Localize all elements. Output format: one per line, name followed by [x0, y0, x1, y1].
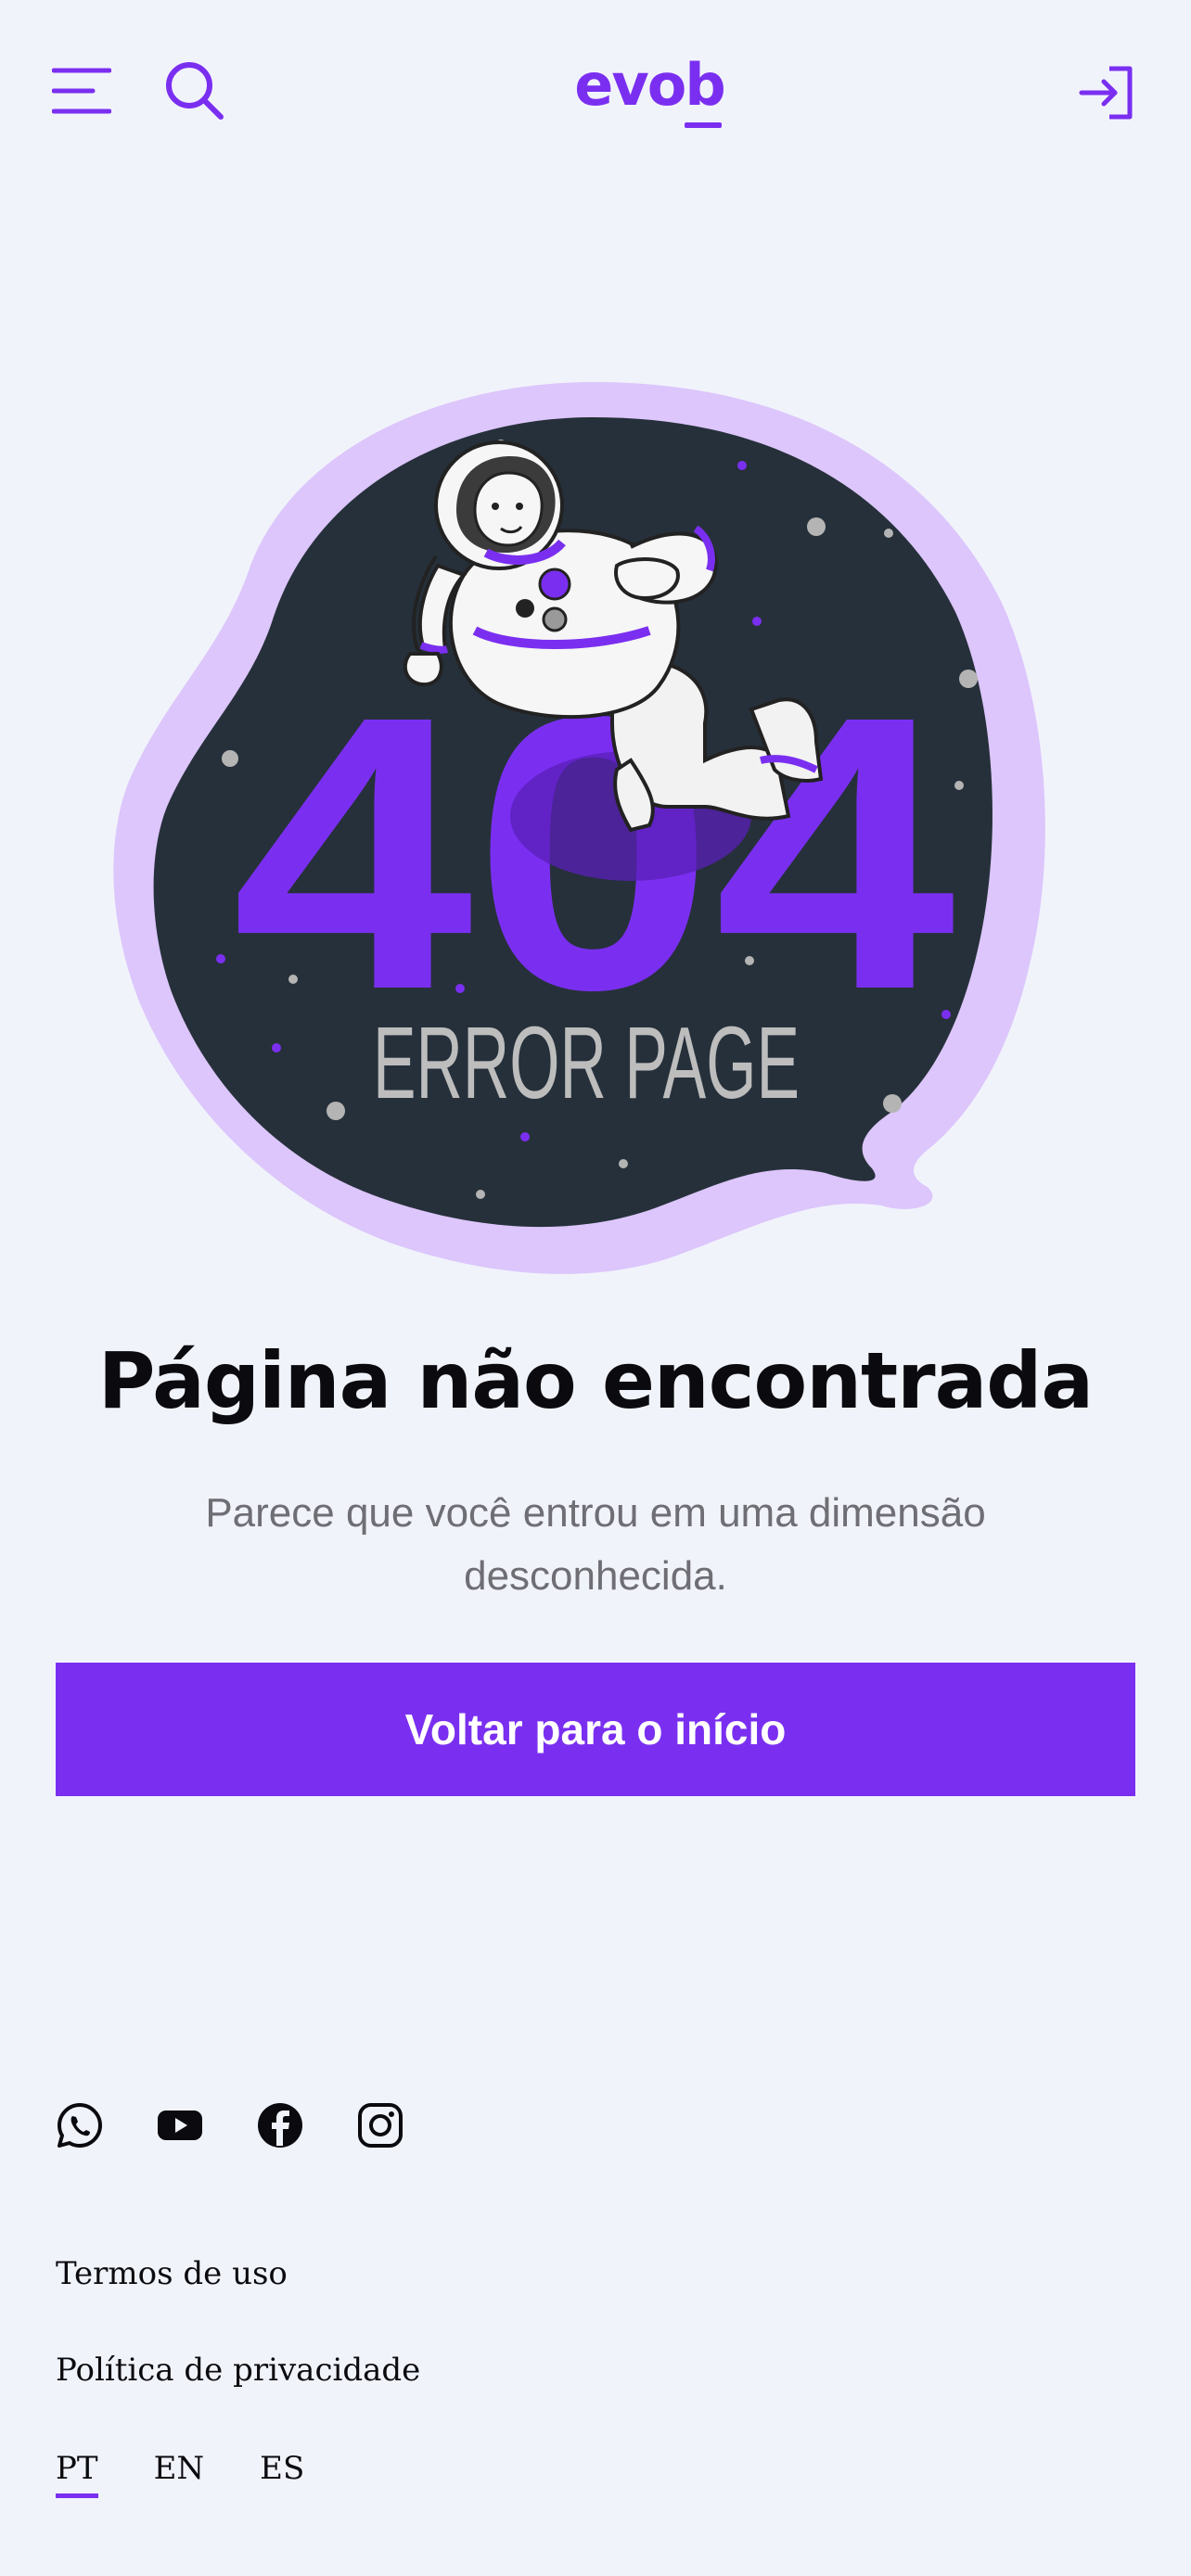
facebook-link[interactable]	[254, 2099, 306, 2151]
back-home-button[interactable]: Voltar para o início	[56, 1663, 1135, 1796]
page: evob ERROR PAGE Página não encontrada Pa…	[0, 0, 1191, 2576]
logo[interactable]: evob	[574, 48, 726, 128]
logo-underline	[685, 122, 722, 128]
whatsapp-link[interactable]	[54, 2099, 106, 2151]
privacy-link[interactable]: Política de privacidade	[56, 2352, 420, 2389]
instagram-icon	[358, 2103, 403, 2148]
error-illustration: 404 ERROR PAGE	[113, 382, 1045, 1274]
facebook-icon	[258, 2103, 302, 2148]
search-icon	[166, 62, 224, 120]
search-button[interactable]	[158, 54, 232, 128]
instagram-link[interactable]	[354, 2099, 406, 2151]
menu-button[interactable]	[48, 57, 115, 124]
logo-text: evob	[574, 51, 725, 119]
error-caption: ERROR PAGE	[373, 1006, 800, 1120]
lang-pt[interactable]: PT	[56, 2450, 98, 2498]
page-subtitle: Parece que você entrou em uma dimensão d…	[205, 1490, 986, 1599]
social-links	[54, 2099, 406, 2151]
terms-link[interactable]: Termos de uso	[56, 2255, 288, 2292]
login-button[interactable]	[1072, 57, 1143, 128]
whatsapp-icon	[58, 2103, 102, 2148]
top-bar: evob	[0, 0, 1191, 185]
youtube-icon	[158, 2111, 202, 2140]
login-icon	[1079, 66, 1133, 120]
menu-icon	[52, 68, 111, 114]
page-title: Página não encontrada	[97, 1335, 1094, 1426]
language-selector: PT EN ES	[56, 2450, 304, 2498]
youtube-link[interactable]	[154, 2099, 206, 2151]
lang-en[interactable]: EN	[154, 2450, 205, 2498]
lang-es[interactable]: ES	[260, 2450, 304, 2498]
